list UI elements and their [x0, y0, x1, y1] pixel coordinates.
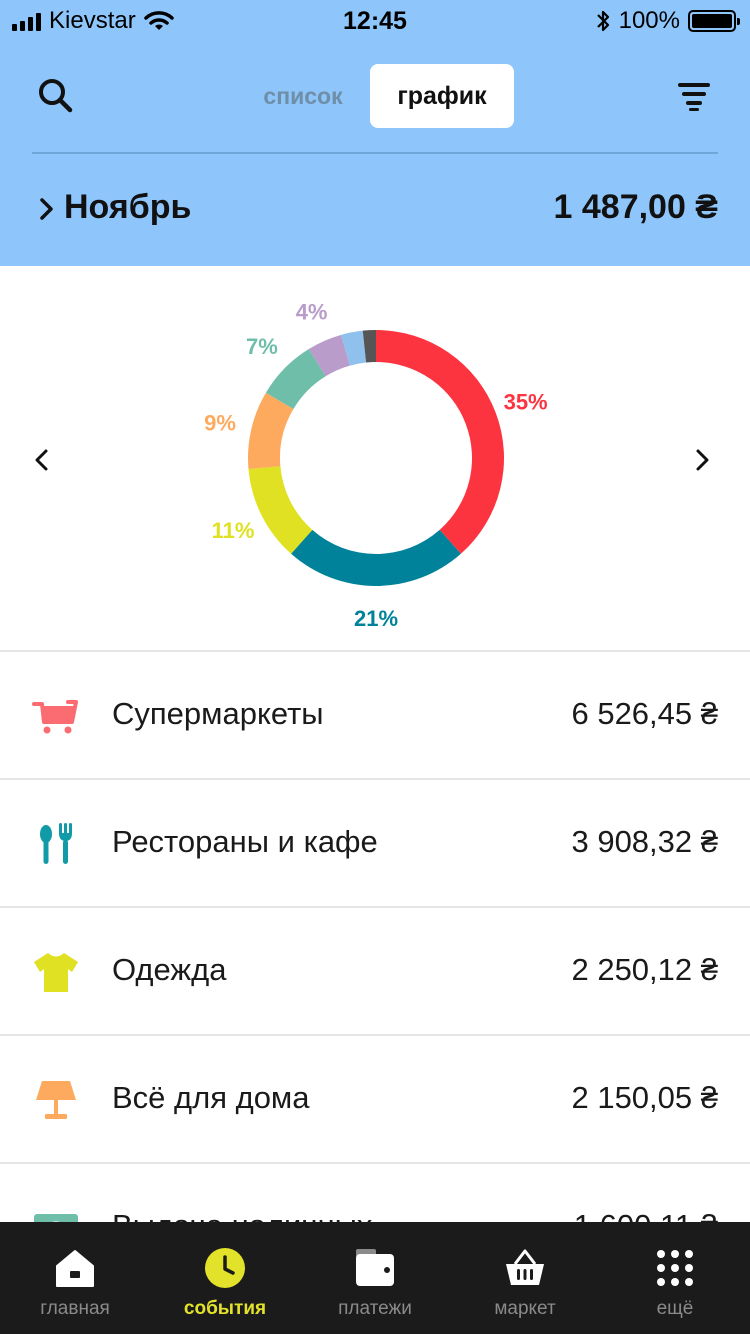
donut-label-2: 11%: [212, 518, 255, 543]
donut-slice-0: [376, 330, 504, 554]
search-button[interactable]: [36, 76, 76, 116]
chevron-right-icon: [696, 449, 709, 471]
month-title: Ноябрь: [64, 188, 192, 226]
list-item[interactable]: Рестораны и кафе 3 908,32 ₴: [0, 778, 750, 906]
tshirt-icon: [34, 953, 78, 992]
list-item[interactable]: Всё для дома 2 150,05 ₴: [0, 1034, 750, 1162]
lamp-icon: [36, 1081, 76, 1119]
tab-payments[interactable]: платежи: [300, 1222, 450, 1334]
filter-icon: [678, 83, 710, 111]
category-amount: 3 908,32 ₴: [571, 824, 718, 859]
donut-chart: 35% 21% 11% 9% 7% 4%: [204, 300, 548, 631]
top-nav: список график: [0, 62, 750, 130]
wallet-icon: [356, 1249, 394, 1286]
battery-icon: [688, 10, 740, 32]
list-item[interactable]: Супермаркеты 6 526,45 ₴: [0, 650, 750, 778]
donut-slice-1: [291, 529, 461, 586]
list-item[interactable]: Одежда 2 250,12 ₴: [0, 906, 750, 1034]
category-amount: 2 150,05 ₴: [571, 1080, 718, 1115]
donut-label-5: 4%: [296, 300, 328, 325]
bluetooth-icon: [596, 10, 609, 32]
tab-label: главная: [40, 1298, 110, 1319]
tab-home[interactable]: главная: [0, 1222, 150, 1334]
category-label: Рестораны и кафе: [112, 824, 378, 859]
view-switch: список график: [236, 64, 514, 128]
category-amount: 6 526,45 ₴: [571, 696, 718, 731]
cutlery-icon: [40, 823, 72, 864]
battery-percent: 100%: [618, 7, 680, 34]
tab-label: платежи: [338, 1298, 412, 1319]
header-panel: Kievstar 12:45 100% список график Ноябрь…: [0, 0, 750, 266]
search-icon: [39, 79, 73, 113]
filter-button[interactable]: [676, 80, 712, 112]
donut-label-3: 9%: [204, 410, 236, 435]
donut-label-1: 21%: [354, 606, 398, 631]
tab-label: события: [183, 1298, 267, 1319]
tab-label: ещё: [656, 1298, 694, 1319]
bottom-tab-bar: главная события платежи маркет ещё: [0, 1222, 750, 1334]
category-label: Одежда: [112, 952, 227, 987]
next-month-button[interactable]: [682, 440, 722, 480]
chevron-right-icon: [40, 198, 53, 220]
tab-market[interactable]: маркет: [450, 1222, 600, 1334]
chart-area: 35% 21% 11% 9% 7% 4%: [0, 266, 750, 650]
category-label: Всё для дома: [112, 1080, 310, 1115]
cart-icon: [32, 700, 78, 734]
tab-list-view[interactable]: список: [236, 64, 370, 128]
month-total: 1 487,00 ₴: [553, 188, 718, 226]
tab-events[interactable]: события: [150, 1222, 300, 1334]
more-dots-icon: [657, 1250, 693, 1286]
status-bar: Kievstar 12:45 100%: [0, 0, 750, 40]
clock-icon: [205, 1248, 245, 1288]
basket-icon: [506, 1249, 544, 1285]
home-icon: [56, 1250, 94, 1287]
category-amount: 2 250,12 ₴: [571, 952, 718, 987]
category-label: Супермаркеты: [112, 696, 324, 731]
month-selector[interactable]: Ноябрь 1 487,00 ₴: [0, 180, 750, 240]
header-divider: [32, 152, 718, 154]
tab-chart-view[interactable]: график: [370, 64, 514, 128]
tab-more[interactable]: ещё: [600, 1222, 750, 1334]
tab-label: маркет: [494, 1298, 556, 1319]
donut-label-4: 7%: [246, 334, 278, 359]
status-right: 100%: [595, 7, 740, 35]
donut-label-0: 35%: [504, 389, 548, 414]
